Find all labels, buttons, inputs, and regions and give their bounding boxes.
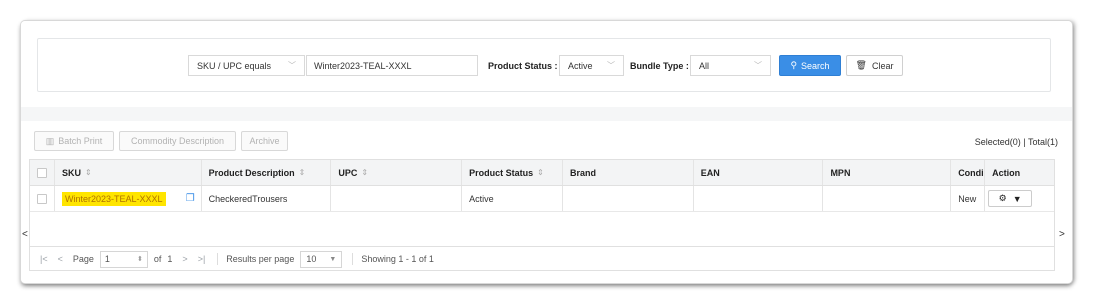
column-header-description-label: Product Description <box>208 167 295 178</box>
condition-cell: New <box>951 186 986 211</box>
select-all-checkbox[interactable] <box>36 167 47 178</box>
search-button[interactable]: ⚲ Search <box>779 55 841 76</box>
results-per-page-value: 10 <box>306 254 317 264</box>
caret-down-icon: ▼ <box>329 255 337 263</box>
eraser-icon: 🗑 <box>855 60 867 70</box>
next-page-icon[interactable]: > <box>182 254 187 264</box>
product-status-label: Product Status : <box>488 60 558 71</box>
gear-icon: ⚙ <box>998 193 1007 203</box>
sort-icon: ⇕ <box>298 168 306 177</box>
scroll-right-icon[interactable]: > <box>1059 229 1065 240</box>
results-per-page-label: Results per page <box>226 254 295 264</box>
search-icon: ⚲ <box>790 60 798 70</box>
sku-link[interactable]: Winter2023-TEAL-XXXL <box>61 191 166 206</box>
divider <box>217 253 219 265</box>
bundle-type-select[interactable]: All ﹀ <box>690 55 771 76</box>
column-header-upc[interactable]: UPC ⇕ <box>331 160 463 185</box>
row-checkbox[interactable] <box>36 193 47 204</box>
select-all-cell <box>30 160 55 185</box>
product-status-value: Active <box>568 60 593 71</box>
column-header-brand: Brand <box>563 160 694 185</box>
page-label: Page <box>72 254 94 264</box>
sort-icon: ⇕ <box>84 168 92 177</box>
search-input[interactable]: Winter2023-TEAL-XXXL <box>306 55 478 76</box>
copy-icon[interactable]: ❐ <box>186 193 195 204</box>
search-input-value: Winter2023-TEAL-XXXL <box>314 60 412 71</box>
batch-print-button[interactable]: ▥ Batch Print <box>34 131 114 151</box>
search-panel: SKU / UPC equals ﹀ Winter2023-TEAL-XXXL … <box>21 21 1072 107</box>
sort-icon: ⇕ <box>361 168 369 177</box>
scroll-left-icon[interactable]: < <box>22 229 28 240</box>
table-row: Winter2023-TEAL-XXXL ❐ CheckeredTrousers… <box>30 186 1054 212</box>
search-field-select-value: SKU / UPC equals <box>197 60 272 71</box>
column-header-sku-label: SKU <box>61 167 81 178</box>
column-header-status[interactable]: Product Status ⇕ <box>462 160 563 185</box>
last-page-icon[interactable]: >| <box>198 254 206 264</box>
column-header-action-label: Action <box>992 167 1021 178</box>
page-input[interactable]: 1 ⬍ <box>99 250 148 268</box>
column-header-ean: EAN <box>694 160 824 185</box>
app-window: SKU / UPC equals ﹀ Winter2023-TEAL-XXXL … <box>21 21 1072 283</box>
column-header-description[interactable]: Product Description ⇕ <box>202 160 332 185</box>
pagination: |< < Page 1 ⬍ of 1 > >| Results per page… <box>30 246 1054 270</box>
clear-button-label: Clear <box>871 60 894 71</box>
product-status-select[interactable]: Active ﹀ <box>559 55 624 76</box>
search-form: SKU / UPC equals ﹀ Winter2023-TEAL-XXXL … <box>37 38 1051 92</box>
caret-down-icon: ▼ <box>1012 193 1022 204</box>
results-panel: ▥ Batch Print Commodity Description Arch… <box>21 121 1072 283</box>
selection-counter: Selected(0) | Total(1) <box>974 137 1058 147</box>
barcode-icon: ▥ <box>45 135 55 146</box>
bundle-type-label: Bundle Type : <box>630 60 689 71</box>
chevron-down-icon: ﹀ <box>288 61 296 70</box>
page-input-value: 1 <box>104 254 110 264</box>
column-header-status-label: Product Status <box>469 167 534 178</box>
column-header-upc-label: UPC <box>338 167 358 178</box>
total-pages: 1 <box>167 254 173 264</box>
ean-cell <box>694 186 824 211</box>
commodity-description-label: Commodity Description <box>130 136 225 146</box>
column-header-mpn-label: MPN <box>830 167 851 178</box>
bundle-type-label-wrap: Bundle Type : <box>630 55 689 76</box>
upc-cell <box>331 186 463 211</box>
description-cell: CheckeredTrousers <box>202 186 332 211</box>
search-button-label: Search <box>801 60 830 71</box>
batch-print-label: Batch Print <box>58 136 103 146</box>
showing-range: Showing 1 - 1 of 1 <box>361 254 434 264</box>
column-header-condition: Condi <box>951 160 986 185</box>
sku-cell: Winter2023-TEAL-XXXL ❐ <box>55 186 202 211</box>
archive-button[interactable]: Archive <box>241 131 288 151</box>
divider <box>352 253 354 265</box>
row-select-cell <box>30 186 55 211</box>
brand-cell <box>563 186 694 211</box>
chevron-down-icon: ﹀ <box>754 61 762 70</box>
product-table: SKU ⇕ Product Description ⇕ UPC ⇕ Product S… <box>29 159 1055 271</box>
product-status-label-wrap: Product Status : <box>488 55 558 76</box>
mpn-cell <box>823 186 952 211</box>
sort-icon: ⇕ <box>537 168 544 177</box>
table-header: SKU ⇕ Product Description ⇕ UPC ⇕ Product S… <box>30 160 1054 186</box>
archive-label: Archive <box>249 136 280 146</box>
results-per-page-select[interactable]: 10 ▼ <box>300 250 343 268</box>
column-header-brand-label: Brand <box>569 167 596 178</box>
column-header-mpn: MPN <box>823 160 952 185</box>
column-header-sku[interactable]: SKU ⇕ <box>55 160 202 185</box>
column-header-condition-label: Condi <box>958 167 984 178</box>
status-cell: Active <box>462 186 563 211</box>
bundle-type-value: All <box>699 60 710 71</box>
prev-page-icon[interactable]: < <box>58 254 63 264</box>
action-menu-button[interactable]: ⚙ ▼ <box>988 190 1033 207</box>
column-header-ean-label: EAN <box>700 167 720 178</box>
clear-button[interactable]: 🗑 Clear <box>846 55 903 76</box>
of-label: of <box>153 254 162 264</box>
stepper-icon[interactable]: ⬍ <box>137 255 143 263</box>
column-header-action: Action <box>985 160 1054 185</box>
search-field-select[interactable]: SKU / UPC equals ﹀ <box>188 55 305 76</box>
action-cell: ⚙ ▼ <box>985 186 1054 211</box>
first-page-icon[interactable]: |< <box>40 254 48 264</box>
commodity-description-button[interactable]: Commodity Description <box>119 131 236 151</box>
chevron-down-icon: ﹀ <box>607 61 615 70</box>
